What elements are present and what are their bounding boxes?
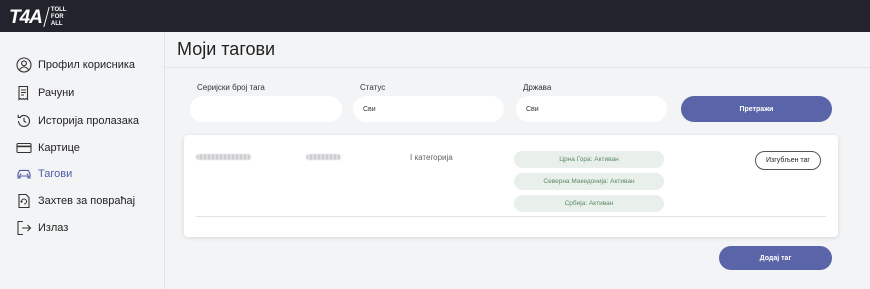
status-badge: Црна Гора: Активан (514, 151, 664, 168)
car-icon (17, 169, 31, 179)
sidebar-item-history[interactable]: Историја пролазака (16, 112, 139, 130)
status-label: Статус (360, 83, 386, 92)
sidebar-item-label: Рачуни (38, 87, 75, 99)
sidebar-item-bills[interactable]: Рачуни (16, 84, 74, 102)
sidebar-item-tags[interactable]: Тагови (16, 165, 72, 183)
serial-number-label: Серијски број тага (197, 83, 265, 92)
status-select[interactable]: Сви (353, 96, 504, 122)
card-icon (16, 142, 32, 154)
page-title: Моји тагови (177, 39, 276, 59)
card-divider (196, 216, 826, 217)
sidebar-item-cards[interactable]: Картице (16, 139, 80, 157)
tag-plate-redacted (306, 154, 341, 160)
status-select-value: Сви (363, 105, 376, 113)
user-icon (16, 57, 32, 73)
title-divider (164, 67, 870, 68)
logout-icon (17, 220, 32, 236)
sidebar-item-refund[interactable]: Захтев за повраћај (16, 192, 135, 210)
sidebar-item-label: Картице (38, 142, 80, 154)
refund-icon (18, 193, 30, 209)
status-badge: Србија: Активан (514, 195, 664, 212)
tag-category: I категорија (410, 153, 453, 162)
sidebar-item-logout[interactable]: Излаз (16, 219, 68, 237)
serial-number-input[interactable] (190, 96, 342, 122)
logo-divider (43, 7, 50, 27)
country-select-value: Сви (526, 105, 539, 113)
history-icon (17, 114, 31, 127)
search-button[interactable]: Претражи (681, 96, 832, 122)
country-label: Држава (523, 83, 552, 92)
add-tag-button[interactable]: Додај таг (719, 246, 832, 270)
sidebar-item-label: Профил корисника (38, 59, 136, 71)
top-bar: T4A TOLL FOR ALL (0, 0, 870, 32)
t4a-logo[interactable]: T4A TOLL FOR ALL (9, 6, 66, 28)
sidebar-item-label: Захтев за повраћај (38, 195, 136, 207)
logo-tagline: TOLL FOR ALL (50, 6, 67, 27)
tag-serial-redacted (196, 154, 251, 160)
logo-text: T4A (9, 6, 43, 28)
sidebar-item-label: Тагови (38, 168, 73, 180)
status-badge: Северна Македонија: Активан (514, 173, 664, 190)
sidebar-item-label: Историја пролазака (38, 115, 140, 127)
sidebar: Профил корисника Рачуни Историја пролаза… (0, 32, 165, 289)
sidebar-item-label: Излаз (38, 222, 69, 234)
tag-card: I категорија Црна Гора: Активан Северна … (184, 135, 838, 237)
country-select[interactable]: Сви (516, 96, 667, 122)
sidebar-item-profile[interactable]: Профил корисника (16, 56, 135, 74)
receipt-icon (18, 85, 29, 101)
lost-tag-button[interactable]: Изгубљен таг (755, 151, 821, 170)
